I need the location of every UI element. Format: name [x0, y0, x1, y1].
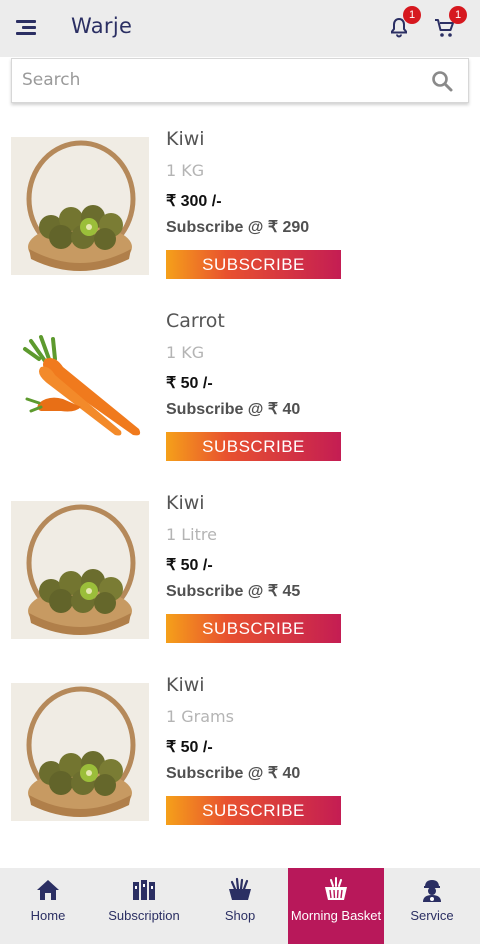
carrot-icon [11, 319, 149, 457]
location-title[interactable]: Warje [71, 14, 132, 38]
nav-label: Home [30, 908, 66, 923]
shop-icon [229, 877, 251, 900]
product-image [11, 137, 149, 275]
nav-label: Morning Basket [290, 908, 382, 923]
subscribe-button[interactable]: SUBSCRIBE [166, 796, 341, 825]
product-card[interactable]: Kiwi 1 Grams ₹ 50 /- Subscribe @ ₹ 40 SU… [0, 674, 480, 844]
bottom-navigation: Home Subscription Shop Morning Basket Se… [0, 868, 480, 944]
product-quantity: 1 KG [166, 343, 205, 362]
service-icon [423, 880, 441, 902]
product-card[interactable]: Kiwi 1 KG ₹ 300 /- Subscribe @ ₹ 290 SUB… [0, 128, 480, 298]
home-icon [37, 880, 59, 900]
subscribe-price: Subscribe @ ₹ 45 [166, 583, 301, 600]
nav-home[interactable]: Home [0, 868, 96, 944]
product-card[interactable]: Carrot 1 KG ₹ 50 /- Subscribe @ ₹ 40 SUB… [0, 310, 480, 480]
product-name: Kiwi [166, 674, 205, 696]
nav-shop[interactable]: Shop [192, 868, 288, 944]
notification-badge: 1 [403, 6, 421, 24]
cart-badge: 1 [449, 6, 467, 24]
product-card[interactable]: Kiwi 1 Litre ₹ 50 /- Subscribe @ ₹ 45 SU… [0, 492, 480, 662]
product-quantity: 1 Litre [166, 525, 217, 544]
product-name: Kiwi [166, 492, 205, 514]
basket-icon [325, 877, 347, 900]
search-input[interactable]: Search [11, 58, 469, 103]
subscription-icon [133, 880, 155, 900]
nav-morning-basket[interactable]: Morning Basket [288, 868, 384, 944]
nav-label: Subscription [108, 908, 180, 923]
nav-service[interactable]: Service [384, 868, 480, 944]
product-price: ₹ 300 /- [166, 193, 222, 210]
product-name: Carrot [166, 310, 225, 332]
product-name: Kiwi [166, 128, 205, 150]
top-app-bar: Warje 1 1 [0, 0, 480, 57]
product-quantity: 1 Grams [166, 707, 234, 726]
product-price: ₹ 50 /- [166, 739, 213, 756]
subscribe-button[interactable]: SUBSCRIBE [166, 432, 341, 461]
product-image [11, 501, 149, 639]
kiwi-basket-icon [11, 501, 149, 639]
search-placeholder: Search [22, 70, 81, 90]
subscribe-price: Subscribe @ ₹ 40 [166, 401, 301, 418]
product-quantity: 1 KG [166, 161, 205, 180]
subscribe-price: Subscribe @ ₹ 290 [166, 219, 310, 236]
menu-icon[interactable] [16, 19, 38, 37]
search-icon[interactable] [430, 69, 454, 93]
product-price: ₹ 50 /- [166, 557, 213, 574]
subscribe-button[interactable]: SUBSCRIBE [166, 250, 341, 279]
product-price: ₹ 50 /- [166, 375, 213, 392]
kiwi-basket-icon [11, 137, 149, 275]
product-image [11, 683, 149, 821]
nav-label: Shop [224, 908, 256, 923]
nav-subscription[interactable]: Subscription [96, 868, 192, 944]
nav-label: Service [410, 908, 454, 923]
cart-button[interactable]: 1 [433, 6, 467, 40]
kiwi-basket-icon [11, 683, 149, 821]
product-image [11, 319, 149, 457]
subscribe-button[interactable]: SUBSCRIBE [166, 614, 341, 643]
notification-button[interactable]: 1 [387, 6, 421, 40]
subscribe-price: Subscribe @ ₹ 40 [166, 765, 301, 782]
